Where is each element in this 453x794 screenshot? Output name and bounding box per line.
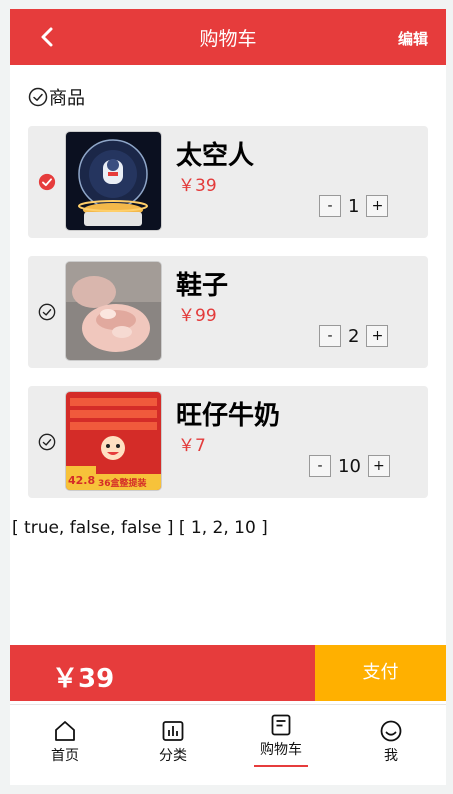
unchecked-circle-icon[interactable] (38, 303, 56, 321)
tab-category[interactable]: 分类 (138, 719, 208, 765)
cart-doc-icon (271, 714, 291, 736)
decrease-button[interactable]: - (309, 455, 331, 477)
wangzai-milk-image: 42.8 36盒整提装 (66, 392, 161, 490)
decrease-button[interactable]: - (319, 195, 341, 217)
increase-button[interactable]: + (366, 195, 389, 217)
quantity-value: 2 (348, 325, 360, 347)
pink-slippers-image (66, 262, 161, 360)
astronaut-lamp-image (66, 132, 161, 230)
tab-home[interactable]: 首页 (30, 719, 100, 765)
checked-circle-icon[interactable] (38, 173, 56, 191)
item-price: ￥7 (178, 436, 206, 456)
tab-me[interactable]: 我 (356, 719, 426, 765)
total-amount: ￥39 (52, 664, 115, 694)
unchecked-circle-icon (28, 87, 48, 107)
unchecked-circle-icon[interactable] (38, 433, 56, 451)
item-name: 太空人 (176, 141, 255, 171)
cart-item-astronaut: 太空人 ￥39 - 1 + (28, 126, 428, 238)
header: 购物车 编辑 (10, 9, 446, 65)
cart-item-milk: 42.8 36盒整提装 旺仔牛奶 ￥7 - 10 + (28, 386, 428, 498)
app-screen: 购物车 编辑 商品 太空人 ￥39 - 1 + 鞋子 ￥99 - 2 + 42.… (10, 9, 446, 785)
quantity-stepper: - 1 + (319, 194, 389, 218)
quantity-stepper: - 10 + (309, 454, 390, 478)
tab-label: 我 (384, 748, 398, 764)
total-bar: ￥39 支付 (10, 645, 446, 701)
pay-button[interactable]: 支付 (315, 645, 446, 701)
increase-button[interactable]: + (367, 455, 390, 477)
milk-price-tag: 42.8 (68, 474, 95, 487)
page-title: 购物车 (199, 28, 257, 50)
item-price: ￥39 (178, 176, 217, 196)
tab-label: 购物车 (260, 742, 302, 758)
quantity-value: 10 (338, 455, 361, 477)
item-price: ￥99 (178, 306, 217, 326)
item-name: 旺仔牛奶 (176, 401, 281, 431)
tab-bar: 首页 分类 购物车 我 (10, 704, 446, 785)
cart-item-shoes: 鞋子 ￥99 - 2 + (28, 256, 428, 368)
smile-icon (380, 720, 402, 742)
quantity-value: 1 (348, 195, 360, 217)
chart-icon (162, 721, 184, 741)
edit-button[interactable]: 编辑 (398, 28, 428, 49)
select-all-label: 商品 (49, 88, 85, 109)
milk-promo-text: 36盒整提装 (98, 477, 148, 489)
item-name: 鞋子 (176, 271, 229, 301)
debug-state-text: [ true, false, false ] [ 1, 2, 10 ] (12, 518, 268, 538)
select-all-checkbox[interactable]: 商品 (28, 85, 85, 109)
tab-cart[interactable]: 购物车 (246, 713, 316, 767)
tab-label: 首页 (51, 748, 79, 764)
quantity-stepper: - 2 + (319, 324, 389, 348)
decrease-button[interactable]: - (319, 325, 341, 347)
increase-button[interactable]: + (366, 325, 389, 347)
active-tab-indicator (254, 765, 308, 767)
tab-label: 分类 (159, 748, 187, 764)
home-icon (55, 721, 75, 741)
